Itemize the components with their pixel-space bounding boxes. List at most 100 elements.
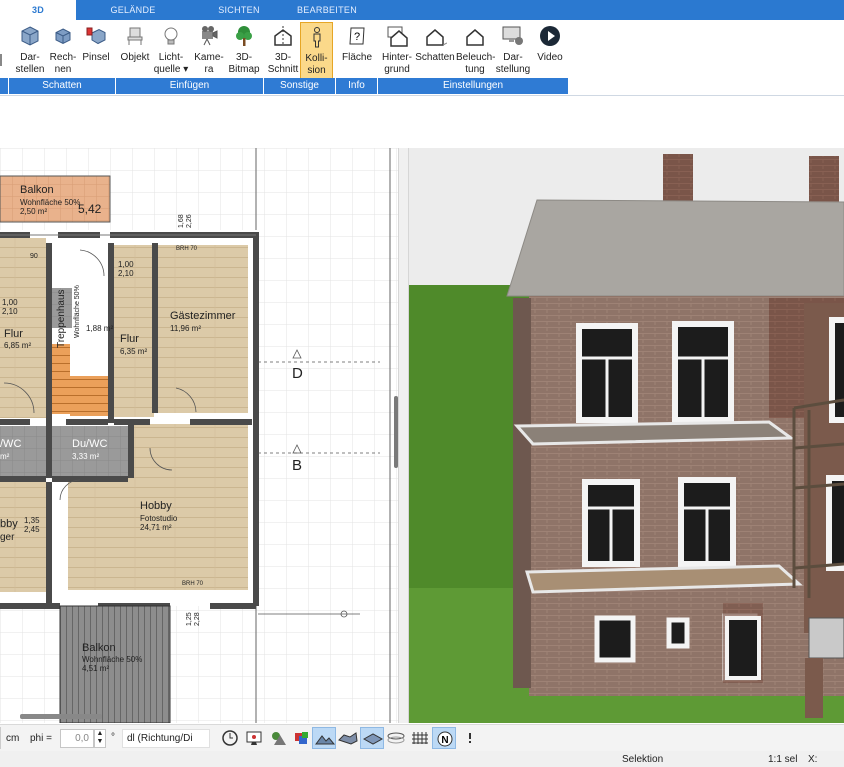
darstellung-label: Dar- stellung: [495, 52, 531, 75]
tree-icon: [236, 26, 252, 46]
room-name-wc-left: /WC: [0, 438, 22, 450]
clock-icon: [222, 730, 238, 746]
brh-label-top: BRH 70: [176, 246, 198, 252]
section-label-d: D: [292, 365, 303, 382]
room-name-duwc: Du/WC: [72, 438, 108, 450]
person-icon: [313, 27, 320, 48]
dim-label-226: 2,26: [186, 214, 193, 228]
unit-label: cm: [6, 733, 20, 744]
degree-label: °: [111, 732, 115, 743]
kamera-button[interactable]: Kame- ra: [192, 22, 226, 80]
layers-button[interactable]: [384, 727, 408, 749]
flaeche-label: Fläche: [341, 52, 372, 63]
section-label-b: B: [292, 457, 303, 474]
surface-button[interactable]: [360, 727, 384, 749]
materials-button[interactable]: [290, 727, 314, 749]
tab-3d[interactable]: 3D: [0, 0, 76, 20]
objekt-label: Objekt: [120, 52, 150, 63]
house-shadow-icon: [426, 29, 447, 46]
room-name-gaestezimmer: Gästezimmer: [170, 310, 236, 322]
hintergrund-button[interactable]: Hinter- grund: [380, 22, 414, 80]
status-bar: Selektion 1:1 sel X:: [0, 751, 844, 767]
video-button[interactable]: Video: [534, 22, 566, 80]
north-compass-icon: N: [437, 731, 453, 747]
ribbon-tabbar: 3D GELÄNDE SICHTEN BEARBEITEN: [0, 0, 844, 20]
phi-input[interactable]: 0,0: [60, 729, 94, 748]
kamera-label: Kame- ra: [194, 52, 224, 75]
status-x-coordinate: X:: [808, 754, 818, 765]
area-info-icon: ?: [349, 27, 365, 45]
paint-brush-icon: [86, 27, 106, 45]
cube-icon: [21, 26, 39, 46]
floor-plan-view[interactable]: Balkon Wohnfläche 50% 2,50 m² 5,42 Flur …: [0, 148, 398, 723]
room-area-gaestezimmer: 11,96 m²: [170, 324, 201, 333]
group-info: Info: [336, 78, 377, 94]
room-area-flur-mid: 6,35 m²: [120, 347, 148, 356]
tree-shapes-icon: [272, 732, 286, 745]
lichtquelle-button[interactable]: Licht- quelle ▾: [152, 22, 190, 80]
dim-label-90: 90: [30, 253, 38, 260]
beleuchtung-button[interactable]: Beleuch- tung: [456, 22, 495, 80]
group-edge: [0, 78, 8, 94]
room-name-flur-mid: Flur: [120, 333, 139, 345]
rechnen-button[interactable]: Rech- nen: [48, 22, 78, 80]
dim-label-125: 1,25: [186, 612, 193, 626]
toolbar-sep: [0, 727, 1, 749]
room-area-balkon-top: 2,50 m²: [20, 207, 48, 216]
darstellen-button[interactable]: Dar- stellen: [12, 22, 48, 80]
schatten-label: Schatten: [415, 52, 455, 63]
north-button[interactable]: N: [432, 727, 456, 749]
kollision-button[interactable]: Kolli- sion: [300, 22, 333, 80]
flaeche-button[interactable]: ? Fläche: [338, 22, 376, 80]
3d-schnitt-button[interactable]: 3D- Schnitt: [266, 22, 300, 80]
room-name-treppenhaus: Treppenhaus: [56, 289, 67, 348]
room-sub-hobby: Fotostudio: [140, 514, 178, 523]
svg-text:?: ?: [354, 31, 360, 43]
lichtquelle-label: Licht- quelle ▾: [153, 52, 189, 75]
room-area-flur-left: 6,85 m²: [4, 341, 32, 350]
3d-schnitt-label: 3D- Schnitt: [267, 52, 299, 75]
grid-button[interactable]: [408, 727, 432, 749]
more-options-button[interactable]: [458, 727, 482, 749]
camera-icon: [202, 26, 218, 46]
tab-gelaende[interactable]: GELÄNDE: [90, 0, 176, 20]
dim-label-210b: 2,10: [118, 269, 134, 278]
pinsel-label: Pinsel: [82, 52, 110, 63]
direction-dropdown[interactable]: dl (Richtung/Di: [122, 729, 210, 748]
floor-plan-canvas: [0, 148, 398, 723]
clock-button[interactable]: [218, 727, 242, 749]
play-icon: [540, 26, 560, 46]
splitter-grip[interactable]: [394, 396, 398, 468]
3d-bitmap-button[interactable]: 3D- Bitmap: [226, 22, 262, 80]
room-name-flur-left: Flur: [4, 328, 23, 340]
room-name-hobby: Hobby: [140, 500, 172, 512]
dim-label-542: 5,42: [78, 202, 102, 216]
view-splitter[interactable]: [394, 148, 409, 723]
dim-label-100: 1,00: [2, 298, 18, 307]
room-name-hobby-left: bby: [0, 518, 18, 530]
monitor-icon: [246, 731, 262, 745]
phi-stepper[interactable]: ▲ ▼: [94, 729, 106, 748]
vertical-dots-icon: [469, 733, 471, 743]
group-einstellungen: Einstellungen: [378, 78, 568, 94]
tree-view-button[interactable]: [266, 727, 290, 749]
house-icon: [387, 26, 408, 47]
dim-label-245: 2,45: [24, 525, 40, 534]
monitor-button[interactable]: [242, 727, 266, 749]
pinsel-button[interactable]: Pinsel: [80, 22, 112, 80]
terrain-button[interactable]: [312, 727, 336, 749]
3d-scene: [409, 148, 844, 723]
status-scale: 1:1 sel: [768, 754, 798, 765]
darstellung-button[interactable]: Dar- stellung: [494, 22, 532, 80]
terrain-icon: [315, 735, 336, 745]
tab-sichten[interactable]: SICHTEN: [196, 0, 282, 20]
texture-button[interactable]: [336, 727, 360, 749]
dim-label-100b: 1,00: [118, 260, 134, 269]
schatten-button[interactable]: Schatten: [414, 22, 456, 80]
room-area-treppenhaus: 1,88 m²: [86, 324, 114, 333]
brh-label-bottom: BRH 70: [182, 581, 204, 587]
3d-view[interactable]: [409, 148, 844, 723]
phi-label: phi =: [30, 733, 52, 744]
tab-bearbeiten[interactable]: BEARBEITEN: [284, 0, 370, 20]
objekt-button[interactable]: Objekt: [118, 22, 152, 80]
